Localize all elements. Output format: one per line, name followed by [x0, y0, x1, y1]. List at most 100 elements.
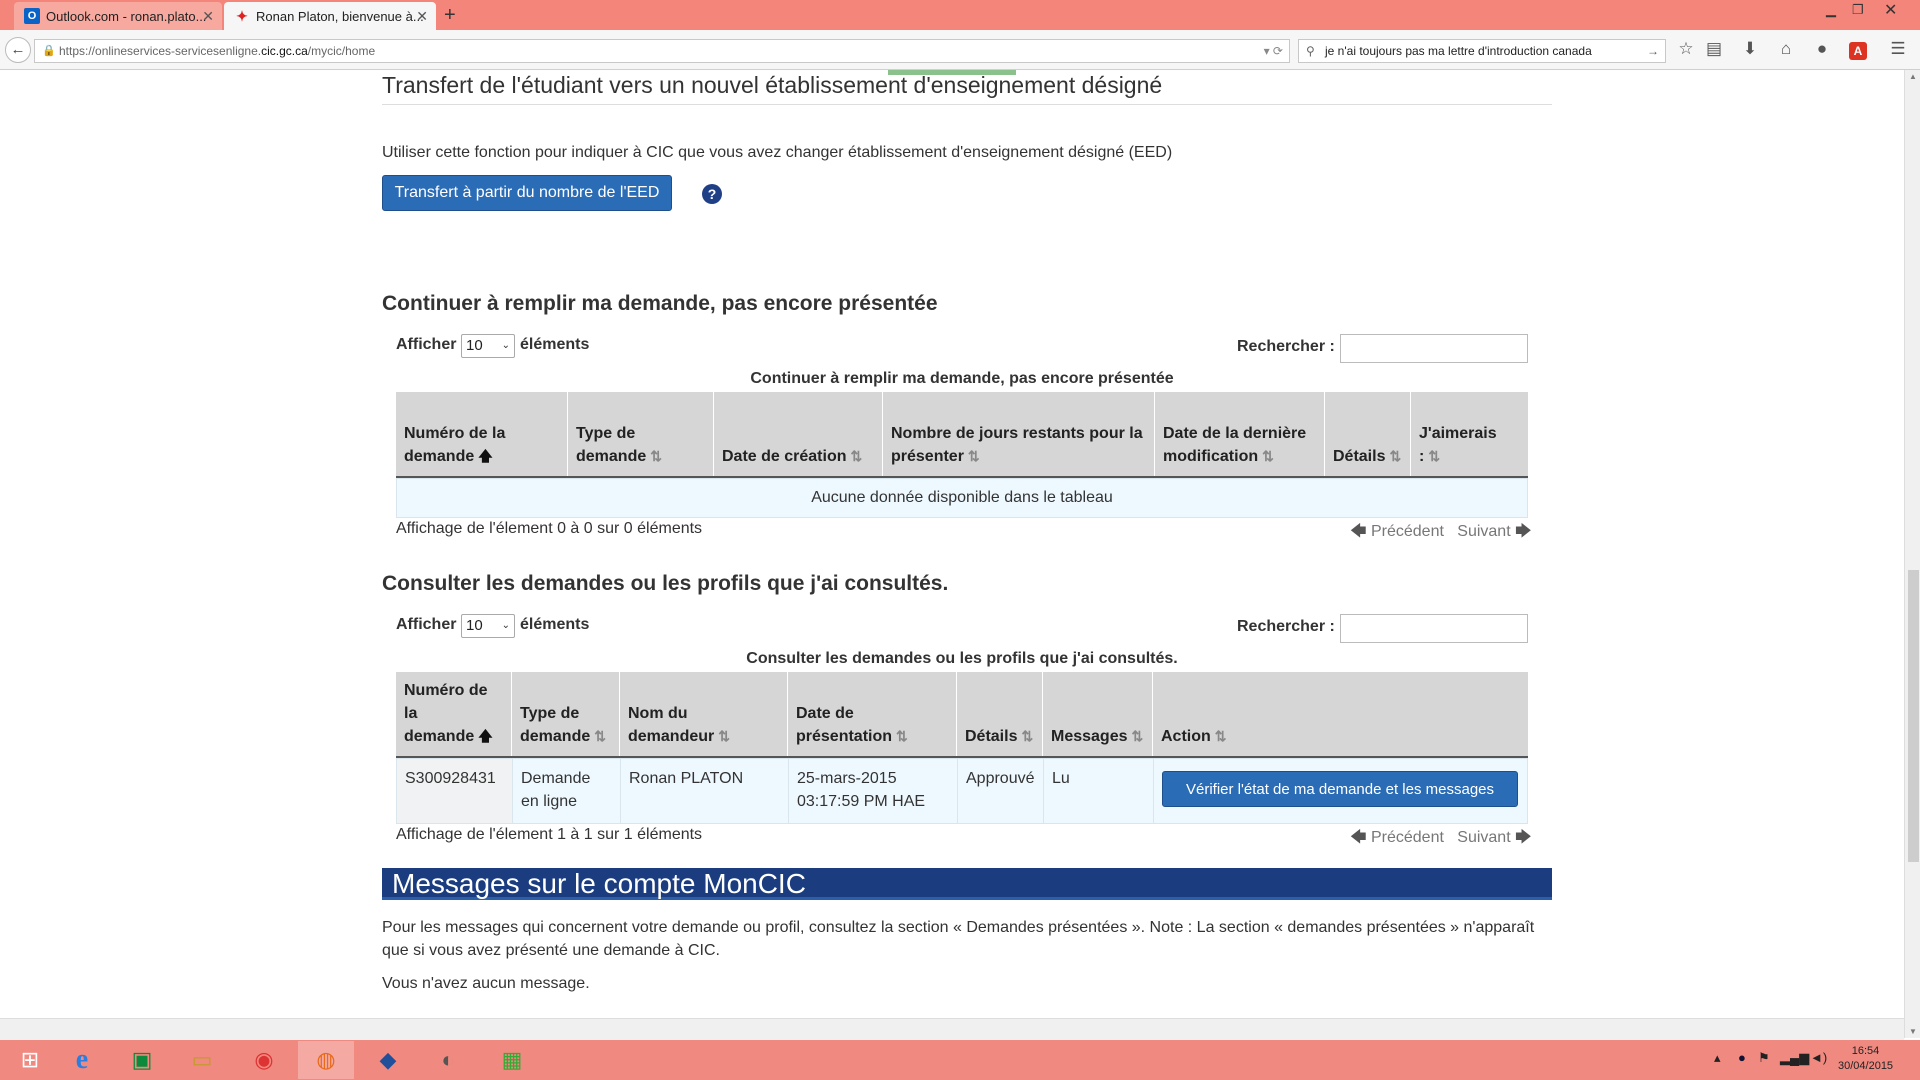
- scroll-thumb[interactable]: [1908, 570, 1919, 862]
- col-numero[interactable]: Numéro de la demande 🡅: [396, 672, 512, 756]
- table-row: S300928431 Demande en ligne Ronan PLATON…: [396, 758, 1528, 824]
- internet-explorer-icon[interactable]: e: [54, 1041, 110, 1079]
- outlook-icon: O: [24, 8, 40, 24]
- help-icon[interactable]: ?: [702, 184, 722, 204]
- cell-type: Demande en ligne: [513, 759, 621, 823]
- url-bar[interactable]: 🔒 https://onlineservices-servicesenligne…: [34, 39, 1290, 63]
- page-size-value: 10: [466, 617, 483, 634]
- transfer-button[interactable]: Transfert à partir du nombre de l'EED: [382, 175, 672, 211]
- drafts-show-label: Afficher: [396, 336, 457, 353]
- cell-messages: Lu: [1044, 759, 1154, 823]
- drafts-page-size-select[interactable]: 10 ⌄: [461, 334, 515, 358]
- col-messages[interactable]: Messages ⇅: [1043, 672, 1153, 756]
- sort-icon: ⇅: [594, 728, 606, 744]
- tab-mycic[interactable]: ✦ Ronan Platon, bienvenue à... ✕: [224, 2, 436, 30]
- reading-list-icon[interactable]: ▤: [1702, 39, 1726, 59]
- firefox-icon[interactable]: ◍: [298, 1041, 354, 1079]
- lock-icon: 🔒: [42, 45, 56, 57]
- bookmark-star-icon[interactable]: ☆: [1674, 39, 1698, 59]
- viewed-page-size-select[interactable]: 10 ⌄: [461, 614, 515, 638]
- photo-app-icon[interactable]: ▦: [484, 1041, 540, 1079]
- arrow-right-icon: 🡆: [1515, 829, 1532, 846]
- sort-icon: ⇅: [650, 448, 662, 464]
- no-messages-text: Vous n'avez aucun message.: [382, 975, 590, 992]
- drafts-search-input[interactable]: [1340, 334, 1528, 363]
- clock[interactable]: 16:54 30/04/2015: [1838, 1044, 1893, 1074]
- drafts-empty-row: Aucune donnée disponible dans le tableau: [396, 478, 1528, 518]
- maple-leaf-icon: ✦: [236, 7, 248, 24]
- page-content: Transfert de l'étudiant vers un nouvel é…: [0, 70, 1904, 1018]
- vertical-scrollbar[interactable]: ▲ ▼: [1904, 70, 1920, 1038]
- viewed-table-info: Affichage de l'élement 1 à 1 sur 1 éléme…: [396, 826, 703, 843]
- new-tab-button[interactable]: +: [444, 4, 456, 27]
- viewed-search-input[interactable]: [1340, 614, 1528, 643]
- drafts-table-caption: Continuer à remplir ma demande, pas enco…: [750, 370, 1174, 387]
- chat-icon[interactable]: ●: [1810, 39, 1834, 59]
- tray-app-icon[interactable]: ●: [1738, 1050, 1746, 1065]
- col-date-creation[interactable]: Date de création ⇅: [714, 392, 883, 476]
- search-bar[interactable]: ⚲ je n'ai toujours pas ma lettre d'intro…: [1298, 39, 1666, 63]
- col-jaimerais[interactable]: J'aimerais : ⇅: [1411, 392, 1528, 476]
- col-type[interactable]: Type de demande ⇅: [512, 672, 620, 756]
- drafts-next-button[interactable]: Suivant: [1457, 523, 1510, 540]
- viewed-prev-button[interactable]: Précédent: [1371, 829, 1444, 846]
- store-icon[interactable]: ▣: [114, 1041, 170, 1079]
- sort-icon: ⇅: [1214, 728, 1227, 744]
- arrow-left-icon: 🡄: [1350, 829, 1367, 846]
- media-player-icon[interactable]: ◐: [420, 1041, 476, 1079]
- horizontal-scrollbar[interactable]: [0, 1018, 1904, 1040]
- menu-icon[interactable]: ☰: [1886, 39, 1910, 59]
- col-type[interactable]: Type de demande ⇅: [568, 392, 714, 476]
- acrobat-icon[interactable]: A: [1849, 42, 1867, 60]
- col-numero[interactable]: Numéro de la demande 🡅: [396, 392, 568, 476]
- col-action[interactable]: Action ⇅: [1153, 672, 1528, 756]
- chrome-icon[interactable]: ◉: [236, 1041, 292, 1079]
- tab-title: Ronan Platon, bienvenue à...: [256, 8, 424, 24]
- volume-icon[interactable]: ◄): [1810, 1050, 1827, 1065]
- cell-details: Approuvé: [958, 759, 1044, 823]
- check-status-button[interactable]: Vérifier l'état de ma demande et les mes…: [1162, 771, 1518, 807]
- reload-icon[interactable]: ▾ ⟳: [1264, 40, 1283, 62]
- sort-icon: ⇅: [1131, 728, 1144, 744]
- url-path: /mycic/home: [307, 44, 376, 58]
- divider: [382, 104, 1552, 105]
- app-icon[interactable]: ◆: [360, 1041, 416, 1079]
- sort-icon: ⇅: [1389, 448, 1402, 464]
- search-go-icon[interactable]: →: [1647, 40, 1659, 62]
- drafts-prev-button[interactable]: Précédent: [1371, 523, 1444, 540]
- cell-date: 25-mars-2015 03:17:59 PM HAE: [789, 759, 958, 823]
- close-window-icon[interactable]: ✕: [1884, 0, 1897, 20]
- scroll-down-icon[interactable]: ▼: [1909, 1027, 1917, 1036]
- network-icon[interactable]: ▂▄▆: [1780, 1050, 1809, 1066]
- windows-start-icon[interactable]: ⊞: [2, 1041, 58, 1079]
- tray-arrow-icon[interactable]: ▴: [1714, 1050, 1721, 1066]
- drafts-heading: Continuer à remplir ma demande, pas enco…: [382, 292, 938, 315]
- restore-icon[interactable]: ❐: [1852, 2, 1864, 18]
- close-tab-icon[interactable]: ✕: [202, 8, 214, 25]
- tab-outlook[interactable]: O Outlook.com - ronan.plato... ✕: [14, 2, 222, 30]
- col-details[interactable]: Détails ⇅: [957, 672, 1043, 756]
- arrow-left-icon: 🡄: [1350, 523, 1367, 540]
- close-tab-icon[interactable]: ✕: [416, 8, 428, 25]
- download-icon[interactable]: ⬇: [1738, 39, 1762, 59]
- col-date-presentation[interactable]: Date de présentation ⇅: [788, 672, 957, 756]
- scroll-up-icon[interactable]: ▲: [1909, 72, 1917, 81]
- minimize-icon[interactable]: ▁: [1826, 2, 1836, 18]
- flag-icon[interactable]: ⚑: [1758, 1050, 1770, 1066]
- viewed-pagination: 🡄 Précédent Suivant 🡆: [1350, 826, 1532, 853]
- drafts-items-label: éléments: [520, 336, 590, 353]
- drafts-table-header: Numéro de la demande 🡅 Type de demande ⇅ D…: [396, 392, 1528, 478]
- home-icon[interactable]: ⌂: [1774, 39, 1798, 59]
- col-derniere-modification[interactable]: Date de la dernière modification ⇅: [1155, 392, 1325, 476]
- url-domain: cic.gc.ca: [261, 44, 308, 58]
- col-details[interactable]: Détails ⇅: [1325, 392, 1411, 476]
- viewed-search-label: Rechercher :: [1237, 618, 1335, 635]
- messages-banner: Messages sur le compte MonCIC: [382, 868, 1552, 900]
- back-button[interactable]: ←: [5, 37, 31, 63]
- col-nom-demandeur[interactable]: Nom du demandeur ⇅: [620, 672, 788, 756]
- col-jours-restants[interactable]: Nombre de jours restants pour la présent…: [883, 392, 1155, 476]
- viewed-next-button[interactable]: Suivant: [1457, 829, 1510, 846]
- file-explorer-icon[interactable]: ▭: [174, 1041, 230, 1079]
- navigation-toolbar: ← 🔒 https://onlineservices-servicesenlig…: [0, 30, 1920, 70]
- drafts-search-label: Rechercher :: [1237, 338, 1335, 355]
